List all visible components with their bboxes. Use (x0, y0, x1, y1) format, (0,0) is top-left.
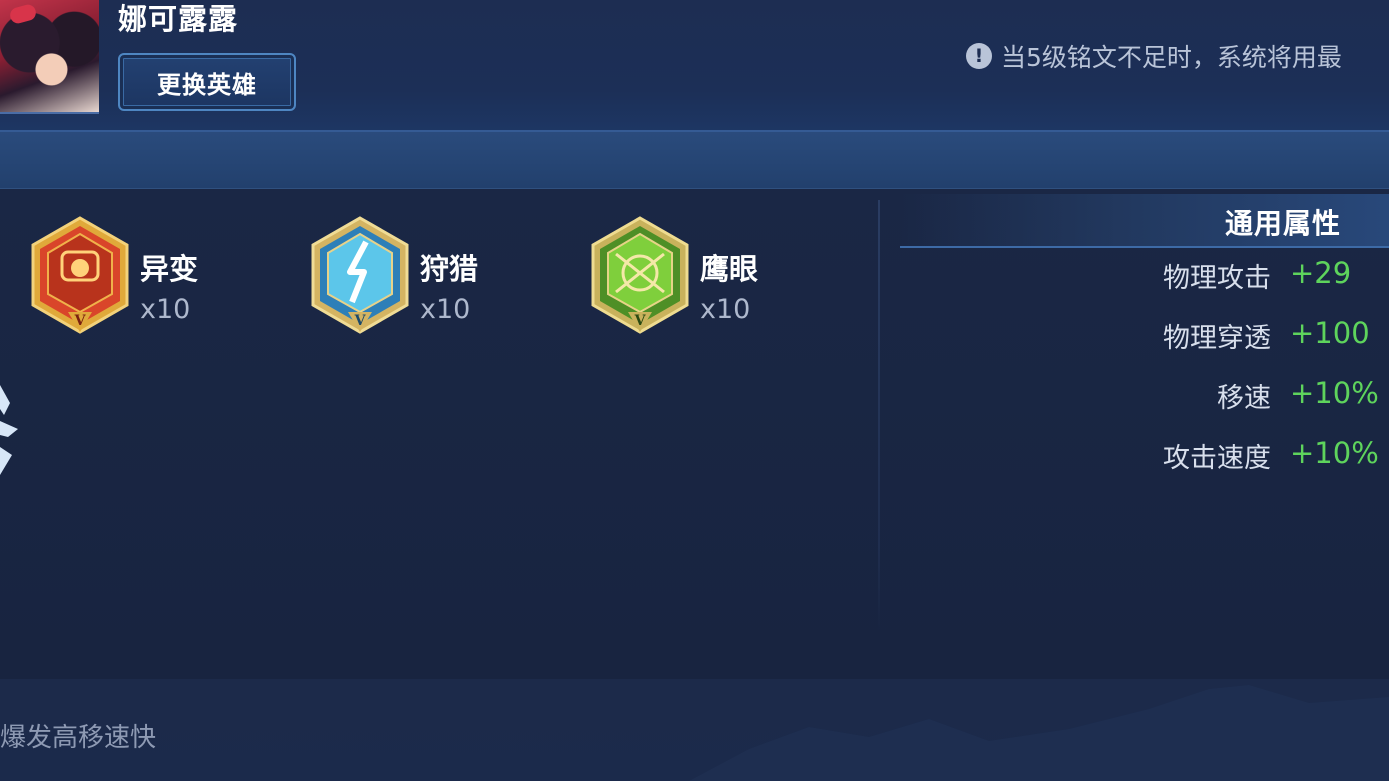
attribute-label: 物理穿透 (1163, 323, 1271, 354)
mutation-rune-icon: V (31, 216, 129, 334)
notice: ! 当5级铭文不足时，系统将用最 (966, 38, 1342, 74)
footer-bar (0, 679, 1389, 781)
info-icon: ! (966, 43, 992, 69)
rune-count: x10 (140, 294, 191, 325)
avatar-bow-decoration (8, 2, 38, 26)
rune-count: x10 (420, 294, 471, 325)
rune-item-hunt[interactable]: V 狩猎 x10 (310, 216, 550, 336)
attribute-label: 物理攻击 (1163, 263, 1271, 294)
mountain-decoration (689, 685, 1389, 781)
hero-name: 娜可露露 (118, 2, 239, 36)
attribute-row: 物理攻击 +29 (900, 256, 1389, 296)
svg-text:V: V (74, 313, 87, 329)
attribute-label: 攻击速度 (1163, 443, 1271, 474)
rune-name: 狩猎 (420, 252, 479, 286)
header-bar: 娜可露露 更换英雄 ! 当5级铭文不足时，系统将用最 (0, 0, 1389, 132)
rune-page-description: 爆发高移速快 (0, 723, 157, 753)
rune-count: x10 (700, 294, 751, 325)
attribute-value: +29 (1290, 256, 1352, 290)
rune-name: 鹰眼 (700, 252, 759, 286)
snowflake-shard-icon (0, 385, 18, 475)
rune-name: 异变 (140, 252, 199, 286)
attribute-value: +10% (1290, 376, 1379, 410)
section-strip (0, 132, 1389, 189)
svg-text:V: V (354, 313, 367, 329)
notice-text: 当5级铭文不足时，系统将用最 (1001, 43, 1342, 72)
hero-avatar[interactable] (0, 0, 99, 114)
change-hero-button[interactable]: 更换英雄 (118, 53, 296, 111)
rune-item-mutation[interactable]: V 异变 x10 (30, 216, 270, 336)
rune-item-hawkeye[interactable]: V 鹰眼 x10 (590, 216, 830, 336)
attributes-title: 通用属性 (1224, 207, 1341, 240)
svg-text:V: V (634, 313, 647, 329)
attribute-value: +100 (1290, 316, 1370, 350)
panel-divider (878, 200, 880, 630)
attribute-value: +10% (1290, 436, 1379, 470)
attribute-label: 移速 (1217, 383, 1271, 414)
attribute-row: 攻击速度 +10% (900, 436, 1389, 476)
attribute-row: 物理穿透 +100 (900, 316, 1389, 356)
hawkeye-rune-icon: V (591, 216, 689, 334)
hunt-rune-icon: V (311, 216, 409, 334)
attribute-row: 移速 +10% (900, 376, 1389, 416)
